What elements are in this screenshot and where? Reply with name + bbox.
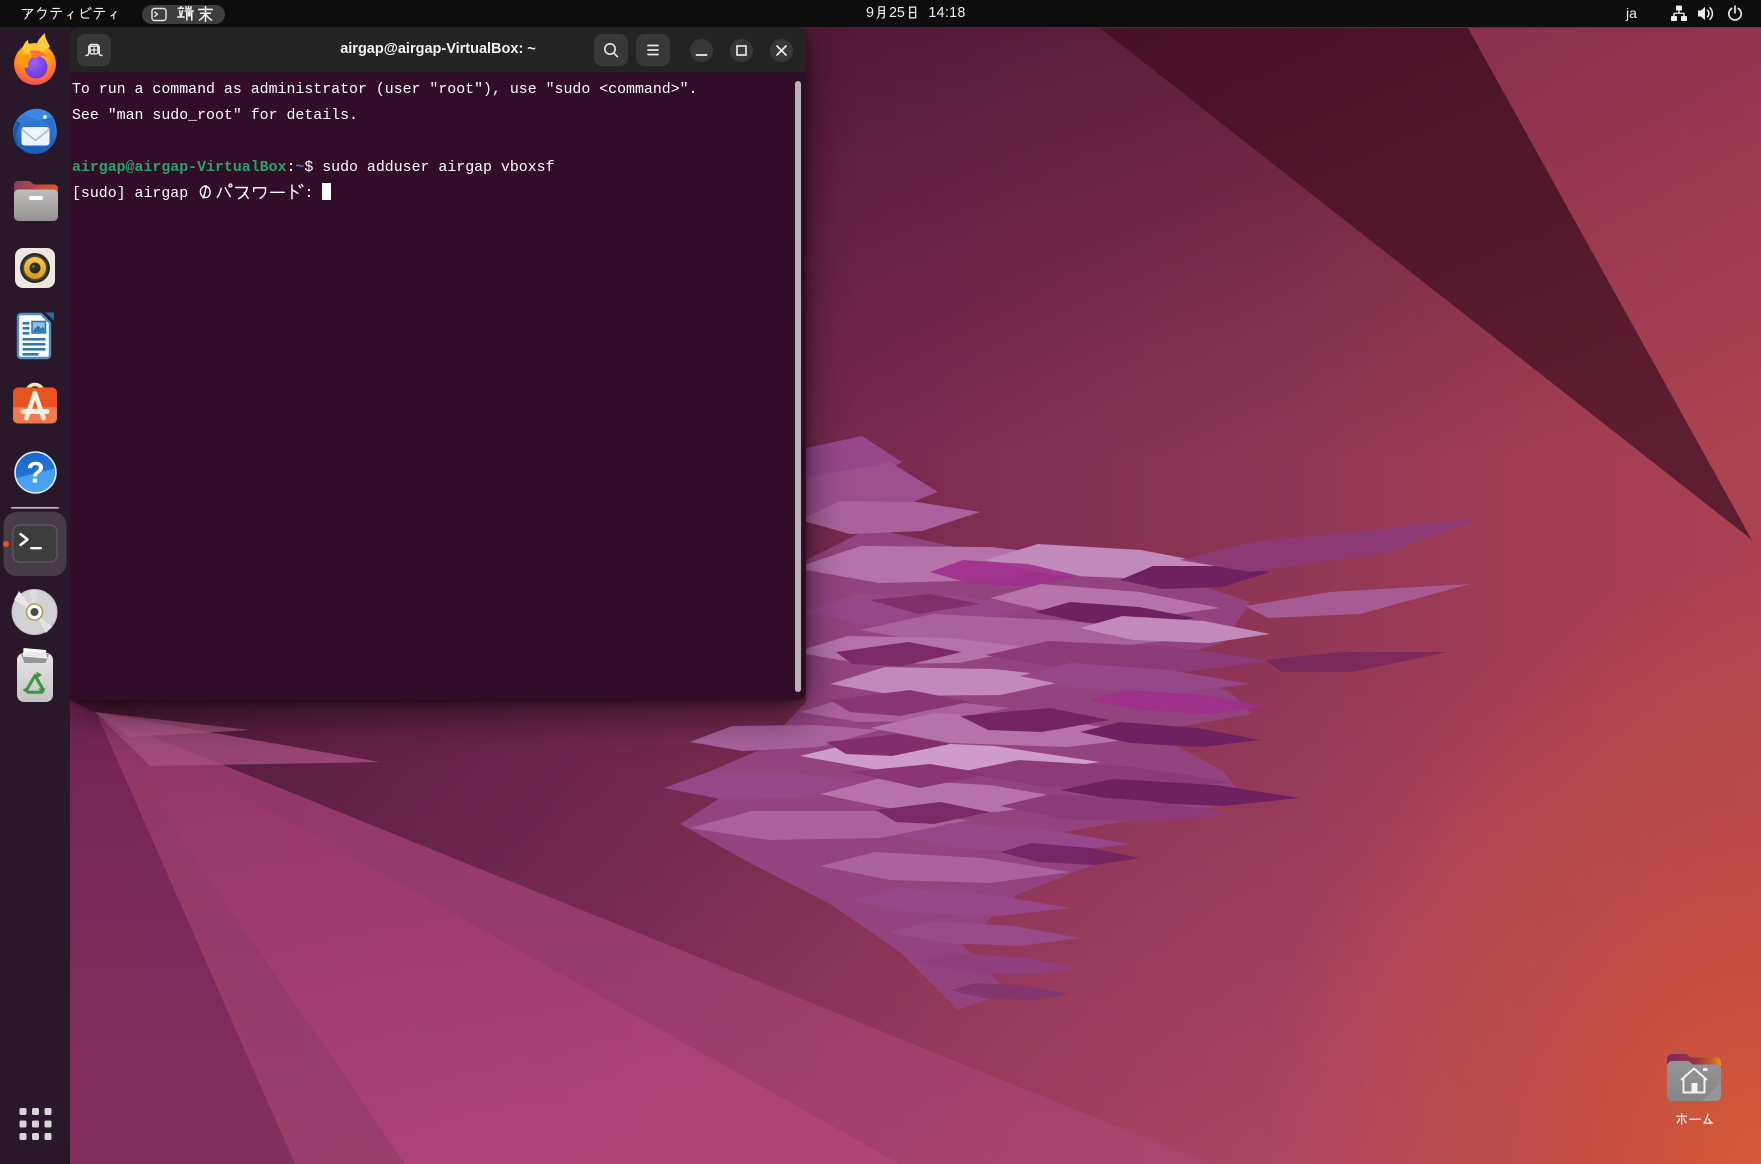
svg-text:?: ? — [26, 457, 44, 490]
